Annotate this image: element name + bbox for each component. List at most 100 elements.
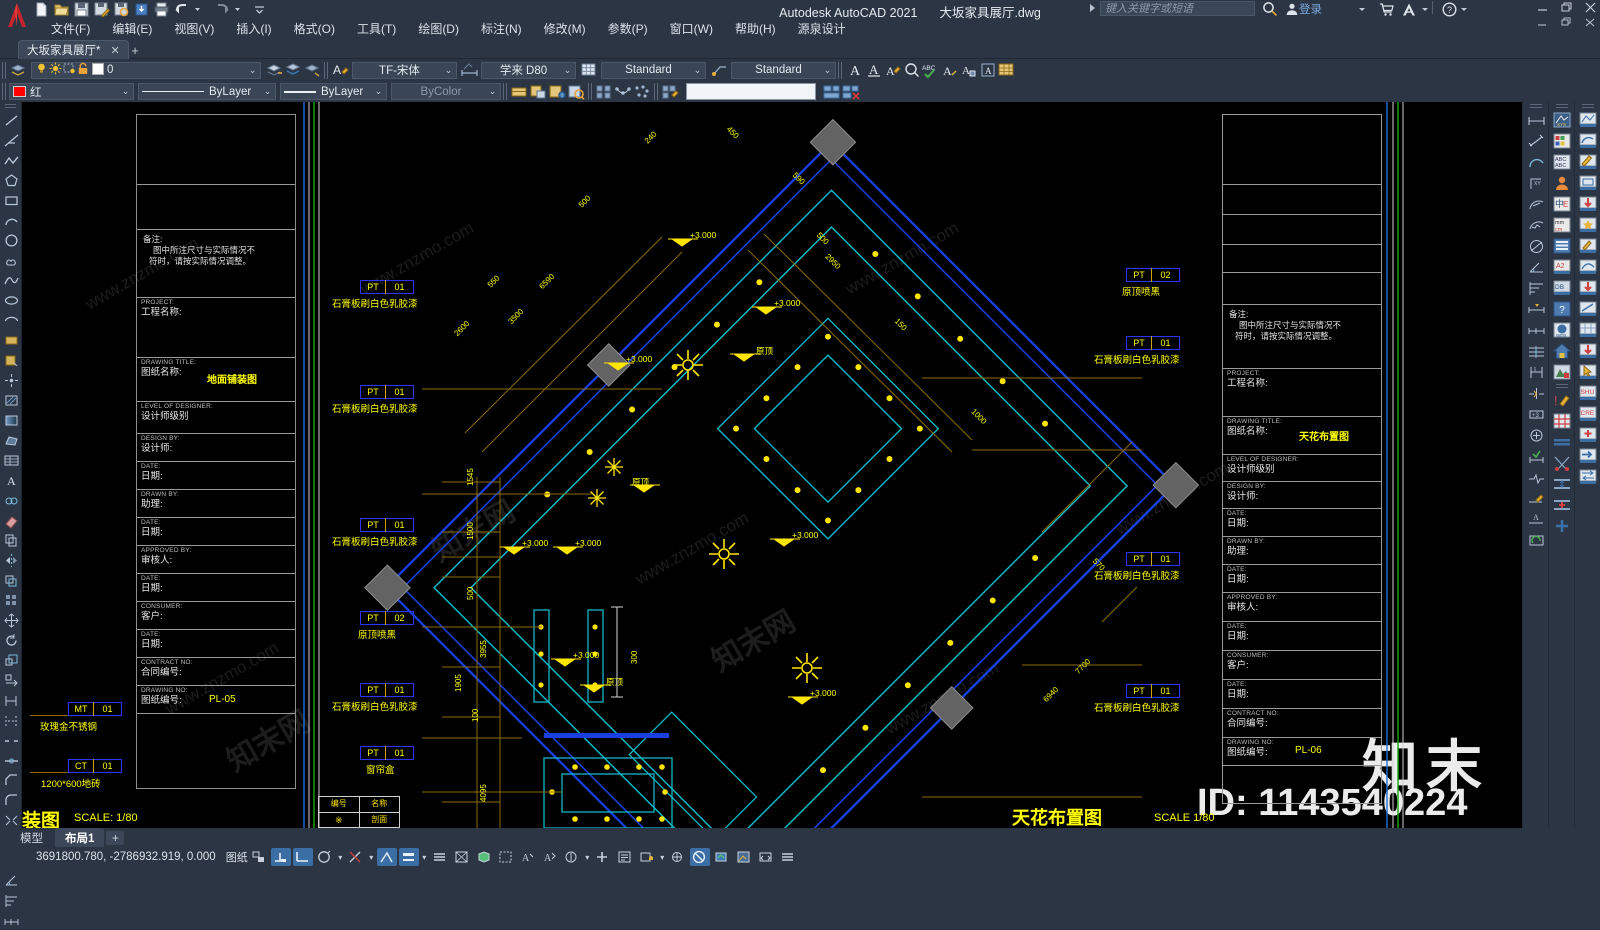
yq-arrow-red-icon[interactable] (1577, 278, 1599, 298)
yq-plus-red-icon[interactable] (1577, 425, 1599, 445)
mirror-icon[interactable] (1, 550, 21, 570)
text-style-combo[interactable]: TF-宋体 ⌄ (352, 61, 457, 79)
chevron-down-icon[interactable]: ▾ (336, 853, 345, 862)
ortho-icon[interactable] (270, 848, 291, 866)
tab-layout1[interactable]: 布局1 (55, 827, 105, 848)
find-text-icon[interactable] (902, 61, 921, 80)
lineweight-icon[interactable] (398, 848, 419, 866)
join-icon[interactable] (1, 750, 21, 770)
scissors-icon[interactable] (1551, 453, 1573, 473)
customize-quick-access-icon[interactable] (254, 2, 271, 18)
stretch-icon[interactable] (1, 670, 21, 690)
save-as-icon[interactable] (94, 2, 111, 18)
grid-red-icon[interactable] (1551, 411, 1573, 431)
text-justify-icon[interactable]: A (959, 61, 978, 80)
chevron-down-icon[interactable]: ⌄ (262, 86, 273, 97)
system-variable-icon[interactable]: SYS (1551, 110, 1573, 130)
layer-manager-icon[interactable] (1551, 131, 1573, 151)
a2-tool-icon[interactable]: A2 (1551, 257, 1573, 277)
yq-arc-icon[interactable] (1577, 131, 1599, 151)
block-editor-icon[interactable] (567, 82, 586, 101)
chevron-down-icon[interactable]: ⌄ (822, 65, 833, 76)
text-frame-icon[interactable]: A (978, 61, 997, 80)
add-red-icon[interactable] (1551, 495, 1573, 515)
yq-right-arrow-icon[interactable] (1577, 446, 1599, 466)
menu-insert[interactable]: 插入(I) (225, 18, 282, 39)
save-icon[interactable] (74, 2, 91, 18)
plotstyle-control-combo[interactable]: ByColor ⌄ (391, 83, 501, 100)
chamfer-icon[interactable] (1, 770, 21, 790)
yq-frame-icon[interactable] (1577, 173, 1599, 193)
open-icon[interactable] (54, 2, 71, 18)
dynamic-ucs-icon[interactable] (496, 848, 516, 866)
chinese-english-icon[interactable]: 中E (1551, 194, 1573, 214)
menu-help[interactable]: 帮助(H) (724, 18, 787, 39)
move-icon[interactable] (1, 610, 21, 630)
freeze-sun-icon[interactable] (49, 62, 62, 78)
toolbar-lock-icon[interactable] (637, 848, 657, 866)
offset-icon[interactable] (1, 570, 21, 590)
viewport-delete-icon[interactable] (841, 82, 860, 101)
text-toolbar-grip[interactable] (324, 61, 329, 79)
search-expand-icon[interactable] (1090, 4, 1095, 12)
tab-model[interactable]: 模型 (10, 828, 53, 848)
circle-icon[interactable] (1, 230, 21, 250)
menu-tools[interactable]: 工具(T) (346, 18, 407, 39)
cloud-revision-icon[interactable] (1, 490, 21, 510)
isodraft-icon[interactable] (315, 848, 335, 866)
dim-update-icon[interactable] (1525, 530, 1547, 550)
object-snap-icon[interactable] (376, 848, 397, 866)
left-toolbar-grip[interactable] (5, 104, 16, 108)
table-style-combo[interactable]: Standard ⌄ (601, 61, 706, 79)
annotation-visibility-icon[interactable]: A (518, 848, 538, 866)
array-icon[interactable] (1, 590, 21, 610)
layer-make-current-icon[interactable] (284, 61, 303, 80)
dim-baseline2-icon[interactable] (1525, 278, 1547, 298)
extend-icon[interactable] (1, 710, 21, 730)
paper-space-label[interactable]: 图纸 (226, 849, 248, 865)
rotate-icon[interactable] (1, 630, 21, 650)
quick-dim-icon[interactable] (1525, 299, 1547, 319)
autodesk-store-icon[interactable] (1379, 1, 1395, 17)
layout-toolbar-grip[interactable] (654, 83, 659, 100)
properties-panel-icon[interactable] (1551, 236, 1573, 256)
construction-line-icon[interactable] (1, 130, 21, 150)
center-mark-icon[interactable] (1525, 425, 1547, 445)
web-icon[interactable]: WEB (1551, 320, 1573, 340)
dim-continue2-icon[interactable] (1525, 320, 1547, 340)
text-style-icon[interactable]: A (331, 61, 350, 80)
copy-icon[interactable] (1, 530, 21, 550)
dim-continue-icon[interactable] (1, 910, 21, 930)
transparency-icon[interactable] (430, 848, 450, 866)
annotation-scale-icon[interactable] (562, 848, 582, 866)
chevron-down-icon[interactable]: ▾ (367, 853, 376, 862)
group-toolbar-grip[interactable] (588, 83, 593, 100)
yq-pencil-icon[interactable] (1577, 152, 1599, 172)
minimize-button[interactable] (1537, 2, 1548, 16)
layer-properties-icon[interactable] (9, 61, 28, 80)
viewport-config-icon[interactable] (822, 82, 841, 101)
layer-previous-icon[interactable] (265, 61, 284, 80)
hatch-icon[interactable] (1, 390, 21, 410)
autodesk-account-icon[interactable] (1401, 1, 1417, 17)
yq-down-red-icon[interactable] (1577, 194, 1599, 214)
multiline-text-icon[interactable]: A (1, 470, 21, 490)
export-icon[interactable] (134, 2, 151, 18)
dimension-style-combo[interactable]: 学来 D80 ⌄ (481, 61, 576, 79)
group-icon[interactable] (595, 82, 614, 101)
chevron-down-icon[interactable]: ⌄ (562, 65, 573, 76)
redo-dropdown-icon[interactable] (234, 2, 251, 18)
help-icon[interactable]: ? (1442, 1, 1457, 17)
autoscale-icon[interactable]: A (540, 848, 560, 866)
gradient-icon[interactable] (1, 410, 21, 430)
home-icon[interactable] (1551, 341, 1573, 361)
tolerance-icon[interactable]: +3 (1525, 404, 1547, 424)
undo-icon[interactable] (174, 2, 191, 18)
menu-yuanquan[interactable]: 源泉设计 (787, 18, 857, 39)
undo-dropdown-icon[interactable] (194, 2, 211, 18)
close-button[interactable] (1585, 2, 1596, 16)
chevron-down-icon[interactable]: ▾ (420, 853, 429, 862)
chevron-down-icon[interactable]: ⌄ (487, 86, 498, 97)
command-field[interactable] (686, 83, 816, 100)
new-icon[interactable] (34, 2, 51, 18)
